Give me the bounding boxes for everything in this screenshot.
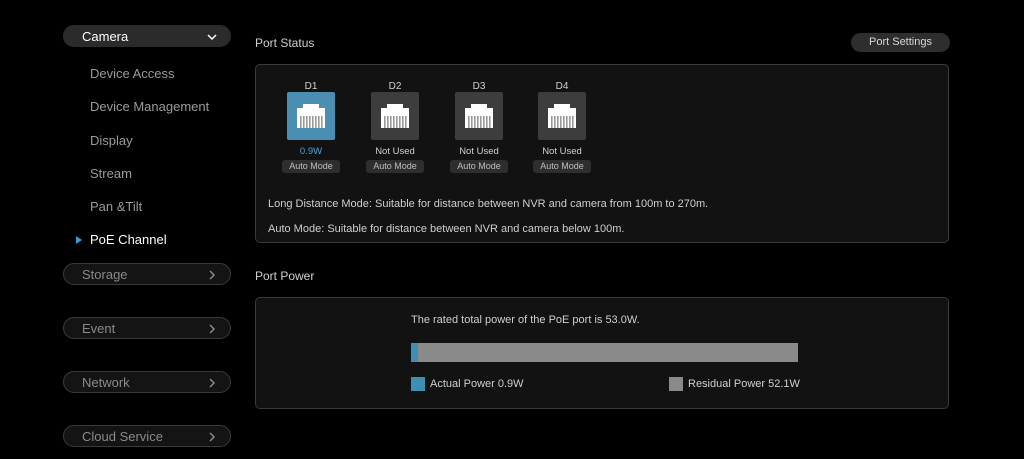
actual-power-fill bbox=[411, 343, 418, 362]
port-status-title: Port Status bbox=[255, 36, 315, 50]
chevron-right-icon bbox=[209, 378, 216, 388]
port-power-status: Not Used bbox=[375, 146, 415, 157]
category-label: Camera bbox=[82, 29, 129, 44]
power-bar bbox=[411, 343, 798, 362]
category-network[interactable]: Network bbox=[63, 371, 231, 393]
ethernet-port-icon bbox=[287, 92, 335, 140]
category-label: Cloud Service bbox=[82, 429, 163, 444]
auto-mode-desc: Auto Mode: Suitable for distance between… bbox=[268, 223, 625, 235]
long-distance-mode-desc: Long Distance Mode: Suitable for distanc… bbox=[268, 198, 709, 210]
port-name: D3 bbox=[472, 81, 486, 92]
port-mode-badge: Auto Mode bbox=[450, 160, 508, 173]
port-name: D2 bbox=[388, 81, 402, 92]
selected-marker-icon bbox=[76, 236, 82, 244]
sidebar-item-device-management[interactable]: Device Management bbox=[90, 99, 209, 114]
sidebar-item-display[interactable]: Display bbox=[90, 133, 133, 148]
port-power-title: Port Power bbox=[255, 269, 315, 283]
chevron-right-icon bbox=[209, 432, 216, 442]
category-camera[interactable]: Camera bbox=[63, 25, 231, 47]
actual-power-legend-swatch bbox=[411, 377, 425, 391]
category-label: Storage bbox=[82, 267, 128, 282]
ethernet-port-icon bbox=[455, 92, 503, 140]
chevron-down-icon bbox=[207, 34, 217, 41]
port-name: D4 bbox=[555, 81, 569, 92]
sidebar-item-poe-channel[interactable]: PoE Channel bbox=[90, 232, 167, 247]
sidebar-item-stream[interactable]: Stream bbox=[90, 166, 132, 181]
chevron-right-icon bbox=[209, 324, 216, 334]
category-label: Network bbox=[82, 375, 130, 390]
category-cloud-service[interactable]: Cloud Service bbox=[63, 425, 231, 447]
port-power-panel: The rated total power of the PoE port is… bbox=[255, 297, 949, 409]
chevron-right-icon bbox=[209, 270, 216, 280]
sidebar-item-device-access[interactable]: Device Access bbox=[90, 66, 175, 81]
port-status-panel: D1 0.9W Auto Mode D2 Not Used Auto Mode D3 Not … bbox=[255, 64, 949, 243]
port-mode-badge: Auto Mode bbox=[282, 160, 340, 173]
ethernet-port-icon bbox=[371, 92, 419, 140]
category-storage[interactable]: Storage bbox=[63, 263, 231, 285]
residual-power-legend-label: Residual Power 52.1W bbox=[688, 378, 800, 390]
sidebar-item-pan-tilt[interactable]: Pan &Tilt bbox=[90, 199, 142, 214]
category-event[interactable]: Event bbox=[63, 317, 231, 339]
port-settings-button[interactable]: Port Settings bbox=[851, 33, 950, 52]
category-label: Event bbox=[82, 321, 116, 336]
port-name: D1 bbox=[304, 81, 318, 92]
sidebar: Camera Device Access Device Management D… bbox=[0, 0, 240, 459]
rated-power-text: The rated total power of the PoE port is… bbox=[411, 314, 640, 326]
port-mode-badge: Auto Mode bbox=[533, 160, 591, 173]
port-power-status: 0.9W bbox=[299, 146, 323, 157]
residual-power-legend-swatch bbox=[669, 377, 683, 391]
port-power-status: Not Used bbox=[542, 146, 582, 157]
port-mode-badge: Auto Mode bbox=[366, 160, 424, 173]
ethernet-port-icon bbox=[538, 92, 586, 140]
port-power-status: Not Used bbox=[459, 146, 499, 157]
actual-power-legend-label: Actual Power 0.9W bbox=[430, 378, 524, 390]
